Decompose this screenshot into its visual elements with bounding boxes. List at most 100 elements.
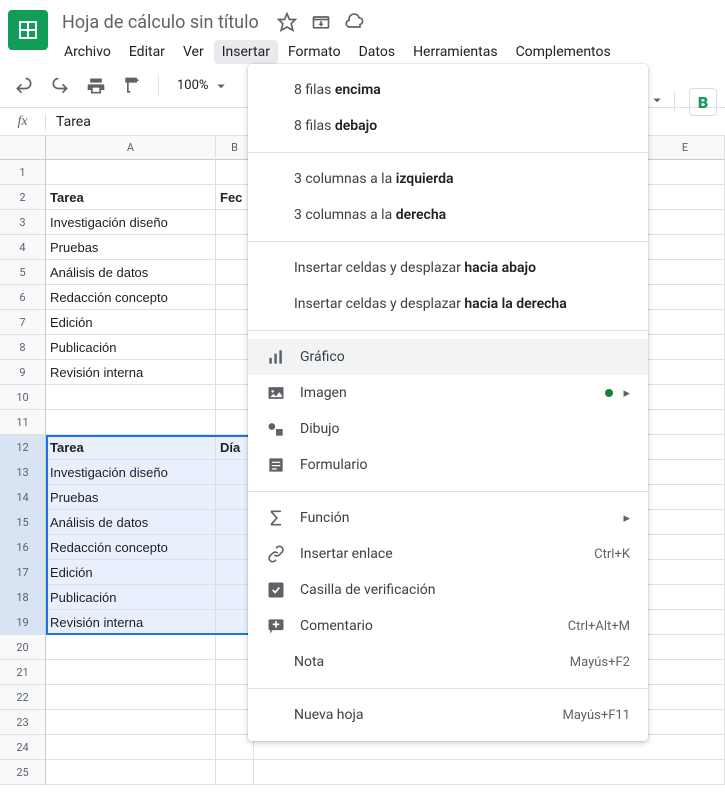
cell[interactable] (46, 710, 216, 735)
row-header[interactable]: 6 (0, 285, 46, 310)
cell[interactable] (46, 660, 216, 685)
cell[interactable] (46, 385, 216, 410)
cell[interactable]: Investigación diseño (46, 210, 216, 235)
row-header[interactable]: 24 (0, 735, 46, 760)
cell[interactable] (646, 585, 725, 610)
menu-herramientas[interactable]: Herramientas (405, 40, 506, 64)
redo-button[interactable] (46, 72, 74, 100)
cell[interactable] (216, 760, 254, 785)
select-all-corner[interactable] (0, 136, 46, 160)
star-icon[interactable] (275, 10, 299, 34)
cell[interactable] (646, 435, 725, 460)
cell[interactable] (646, 635, 725, 660)
row-header[interactable]: 11 (0, 410, 46, 435)
cell[interactable]: Edición (46, 310, 216, 335)
cell[interactable] (646, 735, 725, 760)
row-header[interactable]: 23 (0, 710, 46, 735)
cell[interactable] (46, 760, 216, 785)
row-header[interactable]: 16 (0, 535, 46, 560)
menu-item[interactable]: Dibujo (248, 411, 648, 447)
cell[interactable] (646, 235, 725, 260)
menu-item[interactable]: Nueva hojaMayús+F11 (248, 697, 648, 733)
menu-complementos[interactable]: Complementos (508, 40, 619, 64)
menu-item[interactable]: 8 filas debajo (248, 108, 648, 144)
row-header[interactable]: 8 (0, 335, 46, 360)
sheets-logo[interactable] (8, 10, 48, 50)
cell[interactable] (646, 260, 725, 285)
row-header[interactable]: 21 (0, 660, 46, 685)
menu-datos[interactable]: Datos (351, 40, 403, 64)
cell[interactable] (46, 685, 216, 710)
paint-format-button[interactable] (118, 72, 146, 100)
cell[interactable]: Publicación (46, 585, 216, 610)
cell[interactable]: Redacción concepto (46, 535, 216, 560)
menu-formato[interactable]: Formato (280, 40, 349, 64)
cell[interactable] (646, 210, 725, 235)
cell[interactable] (646, 160, 725, 185)
cell[interactable] (646, 410, 725, 435)
row-header[interactable]: 22 (0, 685, 46, 710)
cell[interactable] (46, 410, 216, 435)
document-title[interactable]: Hoja de cálculo sin título (56, 10, 265, 35)
row-header[interactable]: 5 (0, 260, 46, 285)
row-header[interactable]: 2 (0, 185, 46, 210)
cell[interactable]: Redacción concepto (46, 285, 216, 310)
cell[interactable]: Revisión interna (46, 360, 216, 385)
row-header[interactable]: 13 (0, 460, 46, 485)
row-header[interactable]: 1 (0, 160, 46, 185)
cell[interactable] (646, 510, 725, 535)
menu-insertar[interactable]: Insertar (214, 40, 278, 64)
row-header[interactable]: 3 (0, 210, 46, 235)
cell[interactable] (646, 535, 725, 560)
cell[interactable]: Pruebas (46, 485, 216, 510)
chevron-down-icon[interactable] (648, 91, 666, 113)
cell[interactable]: Investigación diseño (46, 460, 216, 485)
cell[interactable]: Tarea (46, 185, 216, 210)
cell[interactable] (254, 760, 646, 785)
menu-item[interactable]: ComentarioCtrl+Alt+M (248, 608, 648, 644)
row-header[interactable]: 25 (0, 760, 46, 785)
cell[interactable] (646, 285, 725, 310)
menu-editar[interactable]: Editar (121, 40, 173, 64)
menu-item[interactable]: Casilla de verificación (248, 572, 648, 608)
row-header[interactable]: 10 (0, 385, 46, 410)
cell[interactable]: Edición (46, 560, 216, 585)
menu-item[interactable]: Formulario (248, 447, 648, 483)
menu-item[interactable]: 3 columnas a la izquierda (248, 161, 648, 197)
cell[interactable] (646, 335, 725, 360)
row-header[interactable]: 7 (0, 310, 46, 335)
cell[interactable] (646, 360, 725, 385)
menu-item[interactable]: Insertar celdas y desplazar hacia abajo (248, 250, 648, 286)
menu-item[interactable]: 8 filas encima (248, 72, 648, 108)
undo-button[interactable] (10, 72, 38, 100)
row-header[interactable]: 19 (0, 610, 46, 635)
cell[interactable]: Pruebas (46, 235, 216, 260)
cloud-icon[interactable] (343, 10, 367, 34)
row-header[interactable]: 14 (0, 485, 46, 510)
cell[interactable] (646, 460, 725, 485)
menu-ver[interactable]: Ver (175, 40, 212, 64)
row-header[interactable]: 12 (0, 435, 46, 460)
menu-item[interactable]: Función▸ (248, 500, 648, 536)
cell[interactable] (646, 760, 725, 785)
cell[interactable] (46, 735, 216, 760)
move-icon[interactable] (309, 10, 333, 34)
bold-button[interactable]: B (689, 88, 717, 116)
cell[interactable]: Tarea (46, 435, 216, 460)
print-button[interactable] (82, 72, 110, 100)
cell[interactable] (646, 685, 725, 710)
menu-item[interactable]: 3 columnas a la derecha (248, 197, 648, 233)
zoom-select[interactable]: 100% (171, 77, 236, 95)
cell[interactable] (646, 185, 725, 210)
column-header-A[interactable]: A (46, 136, 216, 160)
column-header-E[interactable]: E (646, 136, 725, 160)
cell[interactable] (46, 635, 216, 660)
cell[interactable] (646, 310, 725, 335)
menu-item[interactable]: Imagen▸ (248, 375, 648, 411)
row-header[interactable]: 9 (0, 360, 46, 385)
menu-item[interactable]: NotaMayús+F2 (248, 644, 648, 680)
cell[interactable]: Publicación (46, 335, 216, 360)
cell[interactable]: Análisis de datos (46, 510, 216, 535)
cell[interactable] (646, 485, 725, 510)
cell[interactable] (646, 660, 725, 685)
